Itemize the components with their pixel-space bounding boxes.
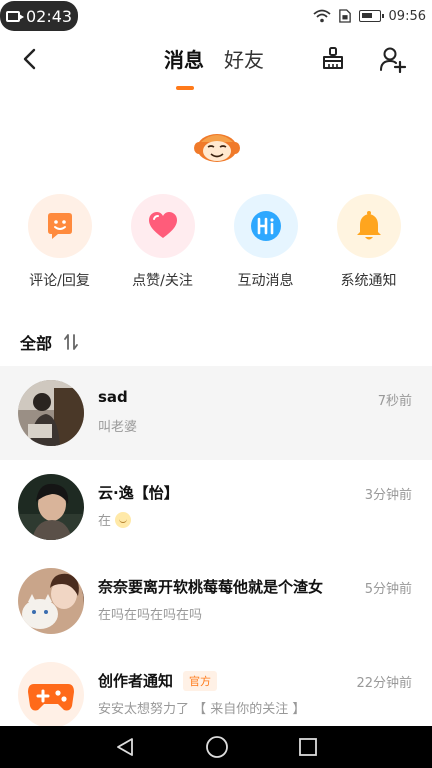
active-tab-indicator [176,86,194,90]
message-sender: 奈奈要离开软桃莓莓他就是个渣女 [98,576,323,597]
hi-icon [250,211,281,241]
preview-text: 在 [98,514,112,529]
message-time: 7秒前 [377,394,412,409]
clock: 09:56 [388,8,426,24]
avatar[interactable] [18,474,84,540]
recording-time: 02:43 [26,6,73,26]
system-nav-bar [0,726,432,768]
status-bar: 02:43 09:56 [0,0,432,32]
avatar[interactable] [18,380,84,446]
preview-text: 在吗在吗在吗在吗 [98,608,203,623]
quick-entry-label: 点赞/关注 [132,273,193,289]
bell-icon [356,211,381,240]
wifi-icon [312,9,331,23]
section-title: 全部 [20,334,53,353]
message-sender: 云·逸【怡】 [98,482,179,503]
screen-record-pill[interactable]: 02:43 [0,1,78,31]
message-time: 22分钟前 [356,676,412,691]
clean-button[interactable] [318,44,348,74]
avatar-photo [18,568,84,634]
back-icon [23,48,36,70]
comment-icon [47,213,72,239]
hi-icon-circle [233,194,298,258]
nav-back-icon[interactable] [114,736,136,758]
header: 消息 好友 [0,38,432,90]
smile-emoji-icon [115,511,132,528]
message-time: 3分钟前 [364,488,412,503]
gamepad-icon [28,684,74,711]
battery-icon [358,10,384,22]
add-friend-icon [380,47,407,73]
video-record-icon [6,10,24,22]
quick-entry-comments[interactable]: 评论/回复 [8,194,111,290]
nav-home-icon[interactable] [205,735,229,759]
avatar[interactable] [18,568,84,634]
sender-name: 创作者通知 [98,672,174,690]
official-badge: 官方 [183,670,218,691]
monkey-mascot-icon [194,134,240,162]
status-icons: 09:56 [312,8,426,24]
quick-entry-interactions[interactable]: 互动消息 [214,194,317,290]
quick-entries: 评论/回复 点赞/关注 互动消息 系统通知 [0,194,432,290]
message-preview: 安安太想努力了 【 来自你的关注 】 [98,698,305,717]
sort-icon[interactable] [62,333,80,351]
message-sender: sad [98,388,128,406]
preview-text: 叫老婆 [98,420,138,435]
message-item[interactable]: 云·逸【怡】 在 3分钟前 [0,460,432,554]
heart-icon-circle [130,194,195,258]
sender-name: 云·逸【怡】 [98,484,179,502]
avatar-photo [18,380,84,446]
avatar-photo [18,474,84,540]
comment-icon-circle [27,194,92,258]
quick-entry-system[interactable]: 系统通知 [317,194,420,290]
tab-friends[interactable]: 好友 [224,44,264,76]
sender-name: sad [98,388,128,406]
preview-text: 安安太想努力了 【 来自你的关注 】 [98,702,306,717]
sim-card-icon [338,9,351,23]
message-item[interactable]: 奈奈要离开软桃莓莓他就是个渣女 在吗在吗在吗在吗 5分钟前 [0,554,432,648]
nav-recent-icon[interactable] [298,737,318,757]
message-item[interactable]: sad 叫老婆 7秒前 [0,366,432,460]
message-preview: 在 [98,510,132,529]
sender-name: 奈奈要离开软桃莓莓他就是个渣女 [98,578,324,596]
heart-icon [148,212,177,238]
message-preview: 叫老婆 [98,416,137,435]
quick-entry-label: 系统通知 [340,273,397,289]
avatar[interactable] [18,662,84,728]
broom-clean-icon [323,47,343,69]
quick-entry-likes[interactable]: 点赞/关注 [111,194,214,290]
section-header: 全部 [20,330,80,354]
message-sender: 创作者通知 官方 [98,670,218,691]
message-preview: 在吗在吗在吗在吗 [98,604,202,623]
message-list: sad 叫老婆 7秒前 云·逸【怡】 在 3分钟前 奈奈要离开软桃莓莓他就是个渣… [0,366,432,742]
add-friend-button[interactable] [378,44,408,74]
back-button[interactable] [14,44,44,74]
message-time: 5分钟前 [364,582,412,597]
tab-messages[interactable]: 消息 [164,44,204,76]
quick-entry-label: 互动消息 [237,273,294,289]
bell-icon-circle [336,194,401,258]
tab-bar: 消息 好友 [164,44,264,90]
quick-entry-label: 评论/回复 [29,273,90,289]
